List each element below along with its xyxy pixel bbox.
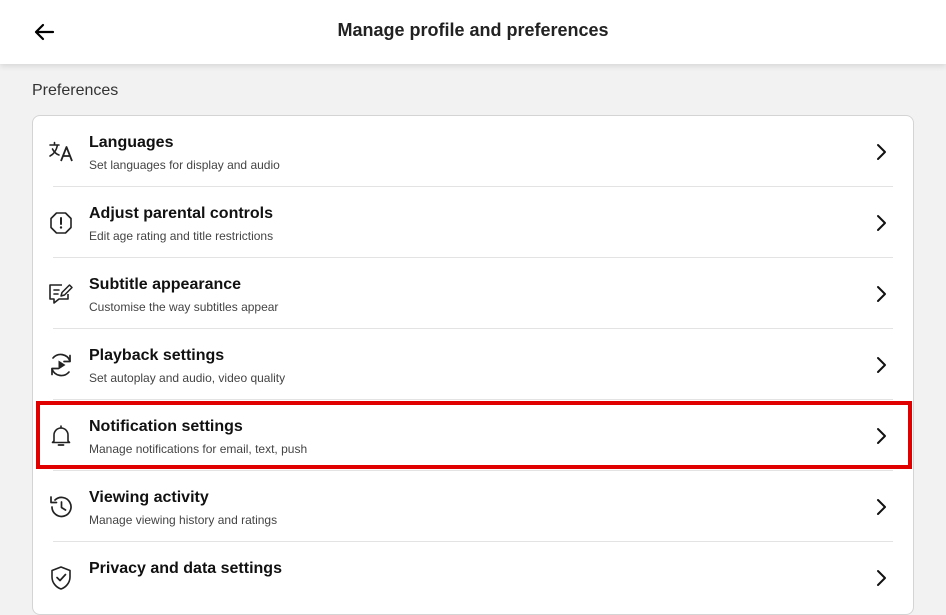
- item-label: Languages: [89, 134, 174, 151]
- chevron-right-icon: [871, 142, 891, 162]
- chevron-right-icon: [871, 426, 891, 446]
- item-label: Viewing activity: [89, 489, 209, 506]
- item-label: Playback settings: [89, 347, 225, 364]
- chevron-right-icon: [871, 568, 891, 588]
- preference-item-playback-settings[interactable]: Playback settings Set autoplay and audio…: [33, 329, 913, 400]
- preference-item-viewing-activity[interactable]: Viewing activity Manage viewing history …: [33, 471, 913, 542]
- page-title: Manage profile and preferences: [337, 20, 609, 40]
- preferences-list: Languages Set languages for display and …: [32, 115, 914, 615]
- item-label: Adjust parental controls: [89, 205, 274, 222]
- chevron-right-icon: [871, 284, 891, 304]
- chevron-right-icon: [871, 213, 891, 233]
- parental-controls-icon: [48, 210, 74, 236]
- item-description: Customise the way subtitles appear: [89, 300, 279, 314]
- playback-icon: [48, 352, 74, 378]
- item-description: Manage viewing history and ratings: [89, 513, 278, 527]
- bell-icon: [48, 423, 74, 449]
- languages-icon: [48, 139, 74, 165]
- chevron-right-icon: [871, 355, 891, 375]
- preference-item-subtitle-appearance[interactable]: Subtitle appearance Customise the way su…: [33, 258, 913, 329]
- item-label: Notification settings: [89, 418, 243, 435]
- item-description: Manage notifications for email, text, pu…: [89, 442, 308, 456]
- item-label: Subtitle appearance: [89, 276, 242, 293]
- subtitle-appearance-icon: [48, 281, 74, 307]
- top-bar: Manage profile and preferences: [0, 0, 946, 64]
- preference-item-parental-controls[interactable]: Adjust parental controls Edit age rating…: [33, 187, 913, 258]
- item-description: Set languages for display and audio: [89, 158, 280, 172]
- preference-item-notification-settings[interactable]: Notification settings Manage notificatio…: [33, 400, 913, 471]
- history-icon: [48, 494, 74, 520]
- preference-item-privacy-data-settings[interactable]: Privacy and data settings: [33, 542, 913, 613]
- item-description: Set autoplay and audio, video quality: [89, 371, 286, 385]
- shield-check-icon: [48, 565, 74, 591]
- item-label: Privacy and data settings: [89, 560, 282, 577]
- preference-item-languages[interactable]: Languages Set languages for display and …: [33, 116, 913, 187]
- section-heading: Preferences: [32, 82, 119, 99]
- chevron-right-icon: [871, 497, 891, 517]
- item-description: Edit age rating and title restrictions: [89, 229, 274, 243]
